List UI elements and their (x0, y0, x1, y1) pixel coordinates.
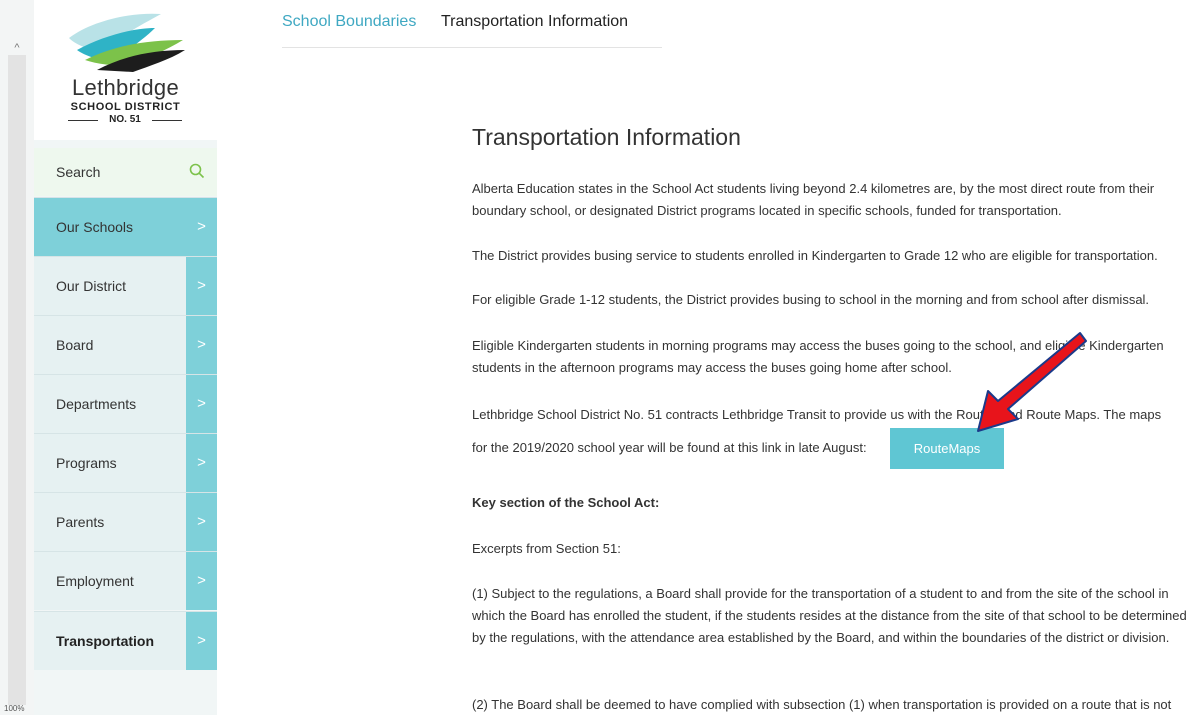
sidebar-item-label: Our Schools (56, 219, 134, 235)
logo-subtitle-text: SCHOOL DISTRICT (70, 101, 181, 113)
chevron-right-icon[interactable]: > (186, 257, 217, 315)
sidebar-item-board[interactable]: Board > (34, 315, 217, 374)
sidebar-item-transportation[interactable]: Transportation > (34, 611, 217, 670)
paragraph-busing-service: The District provides busing service to … (472, 248, 1158, 263)
sidebar-item-label: Our District (56, 278, 126, 294)
chevron-right-icon[interactable]: > (186, 375, 217, 433)
sidebar-item-parents[interactable]: Parents > (34, 492, 217, 551)
annotation-arrow-icon (960, 325, 1090, 440)
left-scroll-strip: ^ 100% (0, 0, 35, 715)
sidebar-item-our-schools[interactable]: Our Schools > (34, 197, 217, 256)
chevron-right-icon[interactable]: > (186, 198, 217, 256)
logo-name-text: Lethbridge (72, 75, 179, 100)
chevron-right-icon[interactable]: > (186, 316, 217, 374)
page-tabs: School Boundaries Transportation Informa… (282, 0, 662, 48)
sidebar-item-label: Departments (56, 396, 137, 412)
sidebar-search[interactable]: Search (34, 148, 217, 196)
scrollbar-track[interactable] (8, 55, 26, 705)
chevron-right-icon[interactable]: > (186, 434, 217, 492)
sidebar-item-programs[interactable]: Programs > (34, 433, 217, 492)
sidebar-item-label: Transportation (56, 633, 155, 649)
sidebar-item-label: Employment (56, 573, 134, 589)
logo-number: NO. 51 (68, 114, 182, 126)
sidebar-item-label: Programs (56, 455, 117, 471)
district-logo[interactable]: Lethbridge SCHOOL DISTRICT NO. 51 (34, 0, 217, 140)
paragraph-excerpts: Excerpts from Section 51: (472, 541, 621, 556)
chevron-right-icon[interactable]: > (186, 493, 217, 551)
paragraph-maps-link: for the 2019/2020 school year will be fo… (472, 440, 867, 455)
tab-school-boundaries[interactable]: School Boundaries (282, 13, 416, 31)
sidebar-item-label: Parents (56, 514, 105, 530)
sidebar: Lethbridge SCHOOL DISTRICT NO. 51 Search… (34, 0, 217, 715)
tab-transportation-information[interactable]: Transportation Information (441, 13, 628, 31)
sidebar-item-label: Board (56, 337, 94, 353)
sidebar-item-departments[interactable]: Departments > (34, 374, 217, 433)
chevron-right-icon[interactable]: > (186, 552, 217, 610)
logo-rule-right (152, 120, 182, 121)
paragraph-grade-1-12: For eligible Grade 1-12 students, the Di… (472, 292, 1150, 307)
zoom-level: 100% (4, 704, 25, 713)
search-label: Search (56, 164, 101, 180)
search-icon[interactable] (189, 163, 205, 184)
logo-number-text: NO. 51 (109, 114, 141, 125)
page-title: Transportation Information (472, 124, 741, 150)
paragraph-subsection-1: (1) Subject to the regulations, a Board … (472, 586, 1187, 645)
logo-rule-left (68, 120, 98, 121)
logo-swoosh-icon (69, 13, 185, 72)
sidebar-item-employment[interactable]: Employment > (34, 551, 217, 610)
sidebar-item-our-district[interactable]: Our District > (34, 256, 217, 315)
paragraph-eligibility: Alberta Education states in the School A… (472, 181, 1155, 218)
section-heading-school-act: Key section of the School Act: (472, 495, 660, 510)
chevron-right-icon[interactable]: > (186, 612, 217, 670)
paragraph-subsection-2: (2) The Board shall be deemed to have co… (472, 697, 1172, 712)
